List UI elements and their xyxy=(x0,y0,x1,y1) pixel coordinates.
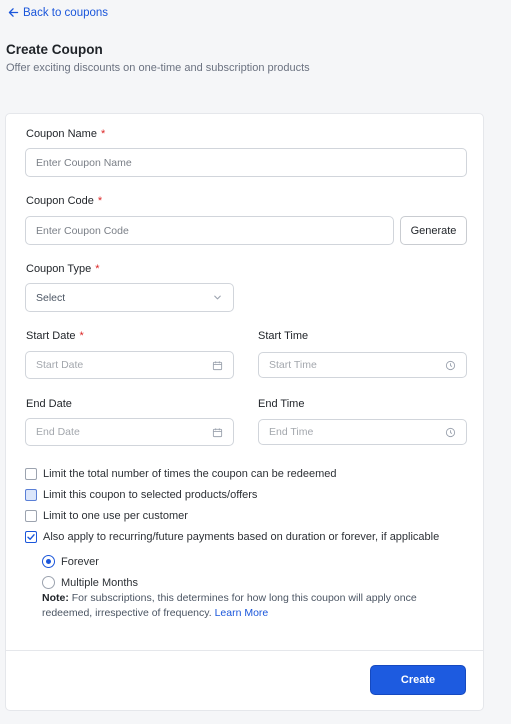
radio[interactable] xyxy=(42,576,55,589)
end-date-input[interactable]: End Date xyxy=(25,418,234,446)
start-time-label: Start Time xyxy=(258,330,309,342)
checkbox-checked[interactable] xyxy=(25,531,37,543)
start-date-label: Start Date * xyxy=(26,330,84,342)
required-marker: * xyxy=(100,128,106,140)
footer-divider xyxy=(6,650,483,651)
coupon-code-input[interactable]: Enter Coupon Code xyxy=(25,216,394,245)
calendar-icon xyxy=(212,360,223,370)
option-limit-total-redemptions[interactable]: Limit the total number of times the coup… xyxy=(25,468,337,480)
option-apply-recurring[interactable]: Also apply to recurring/future payments … xyxy=(25,531,439,543)
learn-more-link[interactable]: Learn More xyxy=(215,607,269,619)
page-subtitle: Offer exciting discounts on one-time and… xyxy=(6,62,310,74)
clock-icon xyxy=(445,360,456,370)
checkbox[interactable] xyxy=(25,468,37,480)
coupon-code-label: Coupon Code * xyxy=(26,195,103,207)
generate-code-button[interactable]: Generate xyxy=(400,216,467,245)
end-time-label: End Time xyxy=(258,398,305,410)
option-limit-products[interactable]: Limit this coupon to selected products/o… xyxy=(25,489,257,501)
coupon-name-input[interactable]: Enter Coupon Name xyxy=(25,148,467,177)
back-to-coupons-link[interactable]: Back to coupons xyxy=(7,6,108,19)
start-date-input[interactable]: Start Date xyxy=(25,351,234,379)
coupon-form-card: Coupon Name * Enter Coupon Name Coupon Co… xyxy=(5,113,484,711)
calendar-icon xyxy=(212,427,223,437)
end-time-input[interactable]: End Time xyxy=(258,419,467,445)
clock-icon xyxy=(445,427,456,437)
arrow-left-icon xyxy=(8,8,19,17)
required-marker: * xyxy=(95,263,100,275)
duration-forever[interactable]: Forever xyxy=(42,555,99,568)
coupon-name-label: Coupon Name * xyxy=(26,128,106,140)
end-date-label: End Date xyxy=(26,398,72,410)
chevron-down-icon xyxy=(214,295,221,300)
duration-note: Note: For subscriptions, this determines… xyxy=(42,592,417,619)
checkbox[interactable] xyxy=(25,489,37,501)
start-time-input[interactable]: Start Time xyxy=(258,352,467,378)
page-title: Create Coupon xyxy=(6,42,103,57)
create-button[interactable]: Create xyxy=(370,665,466,695)
required-marker: * xyxy=(79,330,84,342)
checkmark-icon xyxy=(27,534,35,540)
coupon-type-label: Coupon Type * xyxy=(26,263,100,275)
coupon-type-select[interactable]: Select xyxy=(25,283,234,312)
required-marker: * xyxy=(97,195,103,207)
duration-multiple-months[interactable]: Multiple Months xyxy=(42,576,138,589)
back-link-label: Back to coupons xyxy=(23,6,109,19)
option-one-use-per-customer[interactable]: Limit to one use per customer xyxy=(25,510,188,522)
radio-selected[interactable] xyxy=(42,555,55,568)
checkbox[interactable] xyxy=(25,510,37,522)
